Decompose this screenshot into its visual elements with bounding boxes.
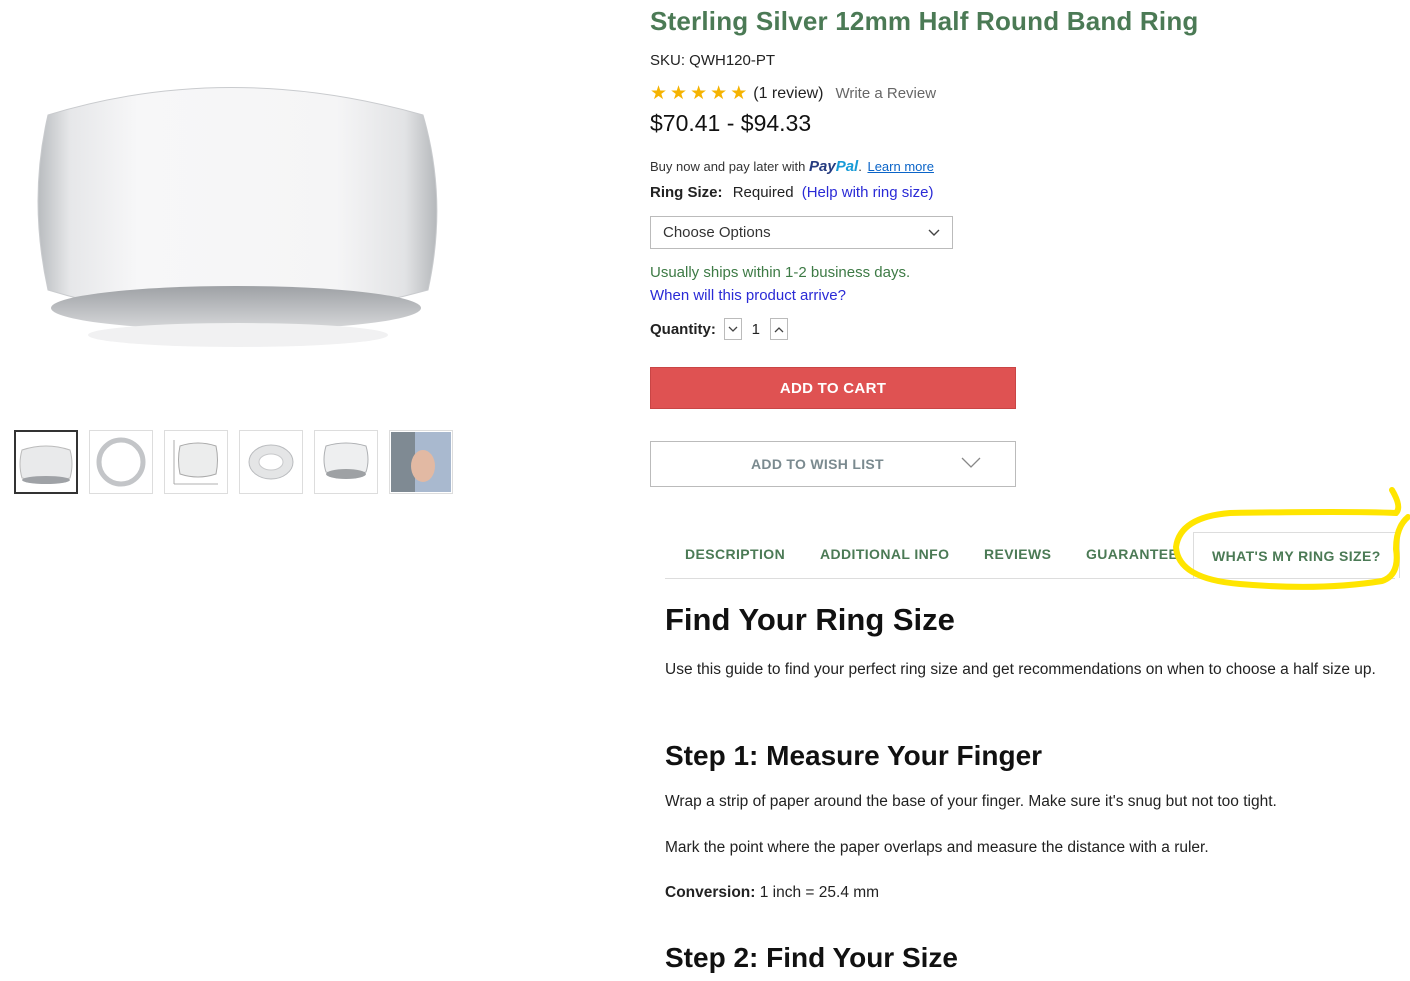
thumbnail-3[interactable]	[164, 430, 228, 494]
tab-description[interactable]: DESCRIPTION	[685, 532, 785, 576]
ring-size-label: Ring Size:	[650, 184, 723, 201]
paypal-suffix: .	[858, 159, 862, 174]
quantity-increase-button[interactable]	[769, 318, 788, 340]
quantity-decrease-button[interactable]	[723, 318, 742, 340]
ring-size-help-link[interactable]: (Help with ring size)	[802, 184, 934, 201]
paypal-message: Buy now and pay later with PayPal. Learn…	[650, 158, 934, 175]
star-rating: ★ ★ ★ ★ ★	[650, 84, 747, 103]
thumbnail-5[interactable]	[314, 430, 378, 494]
thumbnail-strip	[14, 430, 453, 494]
step1-paragraph-1: Wrap a strip of paper around the base of…	[665, 793, 1277, 810]
chevron-down-icon	[928, 226, 940, 240]
add-to-cart-button[interactable]: ADD TO CART	[650, 367, 1016, 409]
write-review-link[interactable]: Write a Review	[835, 85, 936, 102]
ring-size-row: Ring Size: Required (Help with ring size…	[650, 184, 933, 201]
product-title: Sterling Silver 12mm Half Round Band Rin…	[650, 6, 1199, 36]
add-to-wish-list-button[interactable]: ADD TO WISH LIST	[650, 441, 1016, 487]
conversion-value: 1 inch = 25.4 mm	[755, 884, 880, 901]
step1-heading: Step 1: Measure Your Finger	[665, 740, 1043, 771]
chevron-down-icon	[728, 326, 738, 332]
paypal-prefix: Buy now and pay later with	[650, 159, 806, 174]
ring-size-required: Required	[732, 184, 794, 201]
tab-additional-info[interactable]: ADDITIONAL INFO	[820, 532, 949, 576]
arrival-link[interactable]: When will this product arrive?	[650, 287, 846, 304]
quantity-row: Quantity: 1	[650, 318, 788, 340]
tab-guarantee[interactable]: GUARANTEE	[1086, 532, 1178, 576]
wish-list-label: ADD TO WISH LIST	[751, 456, 884, 472]
star-icon: ★	[690, 83, 708, 104]
paypal-learn-more-link[interactable]: Learn more	[867, 159, 933, 174]
quantity-value[interactable]: 1	[750, 321, 762, 338]
tab-reviews[interactable]: REVIEWS	[984, 532, 1051, 576]
product-sku: SKU: QWH120-PT	[650, 52, 776, 69]
chevron-down-icon[interactable]	[961, 453, 981, 474]
review-count-link[interactable]: (1 review)	[753, 85, 823, 103]
product-price: $70.41 - $94.33	[650, 110, 812, 136]
star-icon: ★	[670, 83, 688, 104]
quantity-label: Quantity:	[650, 320, 716, 338]
thumbnail-6[interactable]	[389, 430, 453, 494]
product-main-image[interactable]	[28, 60, 448, 370]
shipping-estimate: Usually ships within 1-2 business days.	[650, 264, 911, 281]
product-rating: ★ ★ ★ ★ ★ (1 review) Write a Review	[650, 84, 936, 103]
step2-heading: Step 2: Find Your Size	[665, 942, 959, 973]
ring-size-select-value: Choose Options	[663, 224, 771, 241]
ring-size-select[interactable]: Choose Options	[650, 216, 953, 249]
chevron-up-icon	[774, 326, 784, 332]
step1-paragraph-2: Mark the point where the paper overlaps …	[665, 839, 1209, 856]
star-icon: ★	[730, 83, 748, 104]
star-icon: ★	[650, 83, 668, 104]
thumbnail-1[interactable]	[14, 430, 78, 494]
conversion-note: Conversion: 1 inch = 25.4 mm	[665, 884, 879, 902]
highlight-annotation	[1170, 487, 1410, 595]
conversion-label: Conversion:	[665, 884, 756, 901]
star-icon: ★	[710, 83, 728, 104]
thumbnail-2[interactable]	[89, 430, 153, 494]
ring-size-heading: Find Your Ring Size	[665, 602, 955, 637]
ring-size-intro: Use this guide to find your perfect ring…	[665, 661, 1376, 678]
thumbnail-4[interactable]	[239, 430, 303, 494]
paypal-logo: PayPal	[809, 158, 859, 175]
